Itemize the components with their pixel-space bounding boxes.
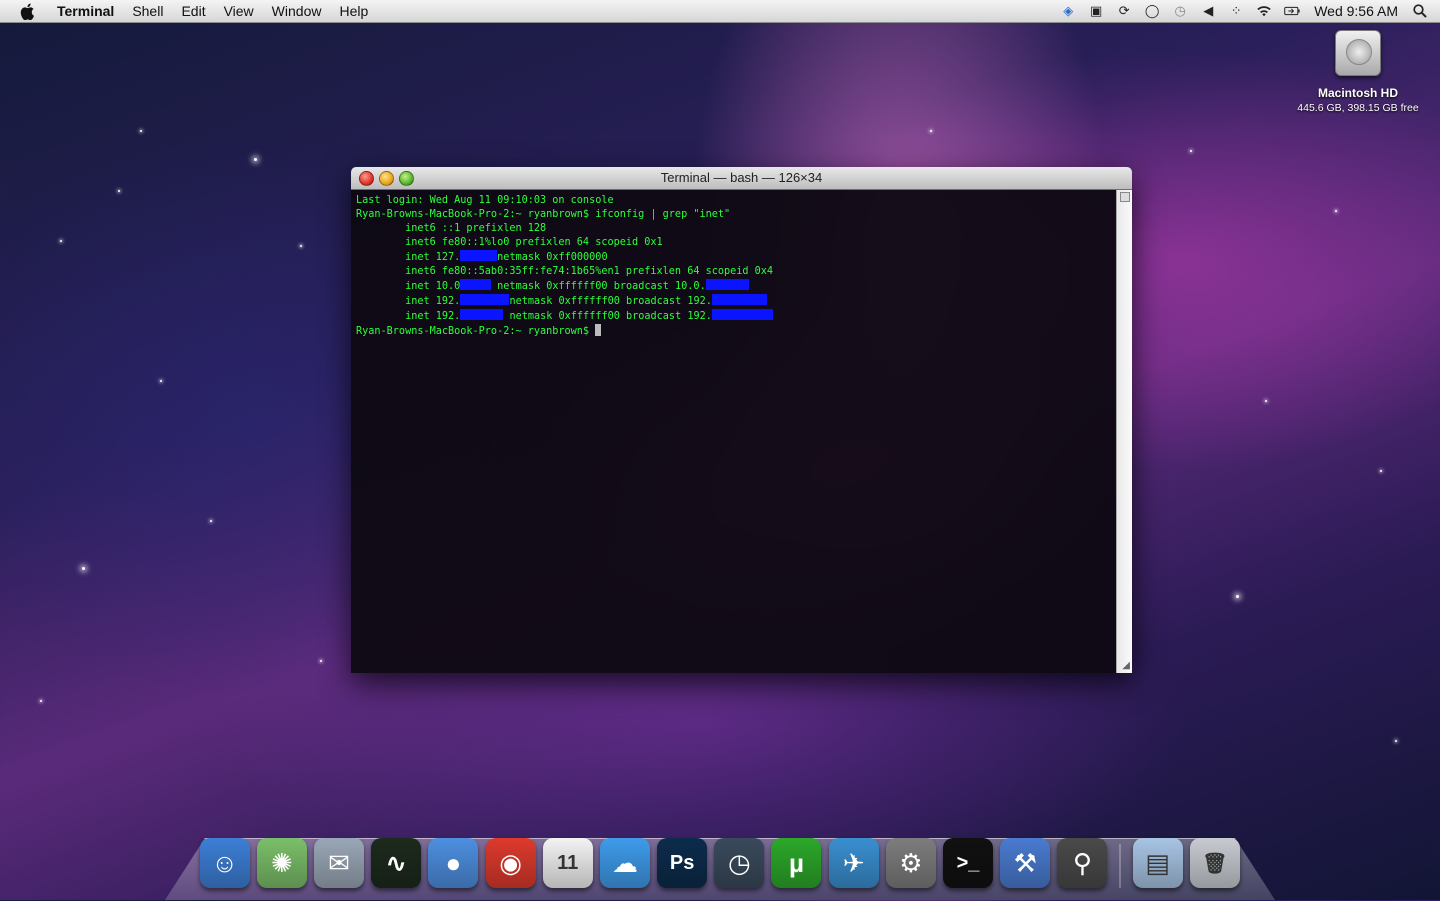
menu-help[interactable]: Help — [339, 3, 368, 19]
chrome-icon[interactable]: ◉ — [485, 838, 536, 888]
menu-view[interactable]: View — [224, 3, 254, 19]
display-icon[interactable]: ▣ — [1088, 3, 1104, 19]
battery-icon[interactable] — [1284, 3, 1300, 19]
volume-icon[interactable]: ◀ — [1200, 3, 1216, 19]
dropbox-icon[interactable]: ◈ — [1060, 3, 1076, 19]
terminal-text: inet 127. — [356, 252, 461, 263]
desktop-drive[interactable]: Macintosh HD 445.6 GB, 398.15 GB free — [1290, 30, 1426, 114]
terminal-line: inet6 fe80::5ab0:35ff:fe74:1b65%en1 pref… — [356, 265, 773, 279]
minimize-button[interactable] — [379, 171, 394, 186]
terminal-line: Last login: Wed Aug 11 09:10:03 on conso… — [356, 194, 773, 208]
terminal-text: netmask 0xffffff00 broadcast 192. — [503, 311, 712, 322]
terminal-line: inet6 ::1 prefixlen 128 — [356, 222, 773, 236]
app-menu[interactable]: Terminal — [57, 3, 114, 19]
redacted-text — [460, 250, 498, 261]
activity-spinner-icon[interactable]: ✺ — [256, 838, 307, 888]
mail-bird-icon[interactable]: ✈ — [828, 838, 879, 888]
terminal-text: Ryan-Browns-MacBook-Pro-2:~ ryanbrown$ i… — [356, 209, 731, 220]
terminal-line: inet 127. netmask 0xff000000 — [356, 250, 773, 265]
redacted-text — [711, 309, 774, 320]
terminal-scrollbar[interactable]: ◢ — [1116, 190, 1132, 673]
redacted-text — [460, 294, 510, 305]
xcode-icon[interactable]: ⚒ — [1000, 838, 1051, 888]
sync-icon[interactable]: ⟳ — [1116, 3, 1132, 19]
menu-bar: Terminal Shell Edit View Window Help ◈ ▣… — [0, 0, 1440, 23]
cloud-icon[interactable]: ☁ — [599, 838, 650, 888]
terminal-content[interactable]: Last login: Wed Aug 11 09:10:03 on conso… — [351, 190, 1117, 673]
time-machine-icon[interactable]: ◷ — [1172, 3, 1188, 19]
terminal-line: Ryan-Browns-MacBook-Pro-2:~ ryanbrown$ i… — [356, 208, 773, 222]
zoom-button[interactable] — [399, 171, 414, 186]
system-preferences-icon[interactable]: ⚙ — [885, 838, 936, 888]
terminal-text: inet 192. — [356, 311, 461, 322]
terminal-line: Ryan-Browns-MacBook-Pro-2:~ ryanbrown$ — [356, 324, 773, 339]
chat-icon[interactable]: ◯ — [1144, 3, 1160, 19]
terminal-text: netmask 0xff000000 — [497, 252, 608, 263]
hard-drive-icon[interactable] — [1335, 30, 1381, 76]
dock-separator — [1119, 844, 1121, 888]
terminal-output: Last login: Wed Aug 11 09:10:03 on conso… — [356, 194, 774, 339]
drive-name: Macintosh HD — [1317, 86, 1398, 100]
terminal-text: inet6 ::1 prefixlen 128 — [356, 223, 547, 234]
terminal-text: Last login: Wed Aug 11 09:10:03 on conso… — [356, 195, 614, 206]
redacted-text — [711, 294, 768, 305]
drive-info: 445.6 GB, 398.15 GB free — [1297, 102, 1419, 114]
time-machine-icon[interactable]: ◷ — [714, 838, 765, 888]
terminal-line: inet6 fe80::1%lo0 prefixlen 64 scopeid 0… — [356, 236, 773, 250]
wifi-icon[interactable] — [1256, 3, 1272, 19]
utorrent-icon[interactable]: µ — [771, 838, 822, 888]
terminal-text: inet6 fe80::5ab0:35ff:fe74:1b65%en1 pref… — [356, 266, 774, 277]
terminal-icon[interactable]: >_ — [943, 838, 994, 888]
terminal-line: inet 192. netmask 0xffffff00 broadcast 19… — [356, 294, 773, 309]
menu-window[interactable]: Window — [272, 3, 322, 19]
resize-grip-icon[interactable]: ◢ — [1122, 660, 1130, 671]
ichat-icon[interactable]: ● — [428, 838, 479, 888]
spotlight-search-icon[interactable] — [1412, 3, 1428, 19]
mail-icon[interactable]: ✉ — [313, 838, 364, 888]
window-titlebar[interactable]: Terminal — bash — 126×34 — [351, 167, 1132, 190]
terminal-text: inet6 fe80::1%lo0 prefixlen 64 scopeid 0… — [356, 237, 663, 248]
downloads-folder-icon[interactable]: ▤ — [1132, 838, 1183, 888]
terminal-text: Ryan-Browns-MacBook-Pro-2:~ ryanbrown$ — [356, 326, 596, 337]
terminal-window: Terminal — bash — 126×34 Last login: Wed… — [351, 167, 1132, 673]
finder-icon[interactable]: ☺ — [199, 838, 250, 888]
photoshop-icon[interactable]: Ps — [657, 838, 708, 888]
trash-icon[interactable]: 🗑 — [1189, 838, 1240, 888]
activity-monitor-icon[interactable]: ∿ — [371, 838, 422, 888]
redacted-text — [460, 309, 504, 320]
terminal-text: netmask 0xffffff00 broadcast 10.0. — [491, 281, 706, 292]
steam-icon[interactable]: ⚲ — [1057, 838, 1108, 888]
menubar-clock[interactable]: Wed 9:56 AM — [1314, 3, 1398, 19]
redacted-text — [460, 279, 492, 290]
apple-icon[interactable] — [16, 0, 38, 22]
menu-edit[interactable]: Edit — [181, 3, 205, 19]
terminal-text: netmask 0xffffff00 broadcast 192. — [509, 296, 712, 307]
terminal-line: inet 192. netmask 0xffffff00 broadcast 1… — [356, 309, 774, 324]
bluetooth-icon[interactable]: ⁘ — [1228, 3, 1244, 19]
text-cursor — [595, 324, 602, 336]
menu-shell[interactable]: Shell — [132, 3, 163, 19]
terminal-text: inet 10.0 — [356, 281, 461, 292]
ical-icon[interactable]: 11 — [542, 838, 593, 888]
close-button[interactable] — [359, 171, 374, 186]
dock: ☺ ✺ ✉ ∿ ● ◉ 11 ☁ Ps ◷ µ ✈ ⚙ >_ ⚒ ⚲ ▤ 🗑 — [196, 828, 1243, 888]
redacted-text — [705, 279, 749, 290]
terminal-line: inet 10.0 netmask 0xffffff00 broadcast 1… — [356, 279, 773, 294]
window-title: Terminal — bash — 126×34 — [660, 170, 823, 185]
split-pane-button[interactable] — [1120, 192, 1130, 202]
terminal-text: inet 192. — [356, 296, 461, 307]
